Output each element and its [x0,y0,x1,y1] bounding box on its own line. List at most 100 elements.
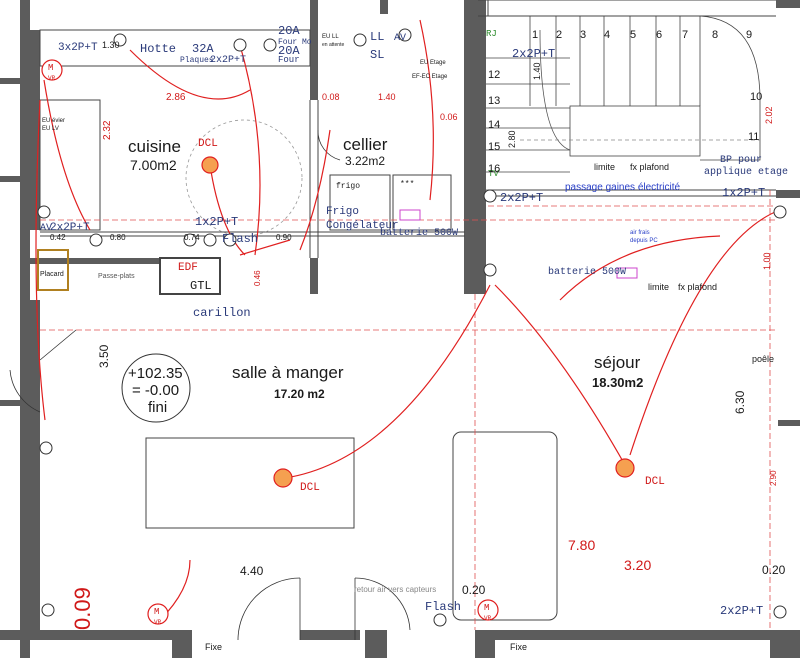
stair-step: 15 [488,141,500,153]
dcl-cuisine-label: DCL [198,138,218,150]
dim-0-90: 0.90 [276,233,292,242]
placard-label: Placard [40,271,64,278]
level-text: +102.35 = -0.00 fini [128,365,183,416]
electric-labels: DCL DCL DCL 3x2P+T Hotte 32A Plaques 2x2… [40,24,788,652]
dim-2-32: 2.32 [102,120,113,140]
four-label: Four [278,55,300,65]
stair-step: 11 [748,131,759,143]
batterie2-label: batterie 500W [548,266,626,278]
room-area-cellier: 3.22m2 [345,154,385,168]
plaques-socket-label: 2x2P+T [210,55,246,66]
en-attente-label: en attente [322,42,344,48]
hotte-32a-label: 32A [192,42,214,56]
sl-label: SL [370,48,384,62]
ll-label: LL [370,30,384,44]
room-name-sejour: séjour [594,353,641,372]
fixe-left-label: Fixe [205,642,222,652]
interior-lines [37,0,776,621]
dim-1-40-v: 1.40 [532,62,542,80]
circuit-wiring [35,19,781,621]
stair-step: 14 [488,119,500,131]
room-name-cellier: cellier [343,135,388,154]
stars-label: *** [400,180,414,189]
level-line-3: fini [148,399,167,416]
eu-etage-label: EU Etage [420,60,446,66]
vr-label: VR [48,75,56,82]
dim-0-42: 0.42 [50,233,66,242]
dim-0-09: 0.09 [70,587,95,630]
stair-step: 13 [488,95,500,107]
passage-label: passage gaines électricité [565,182,681,193]
dim-0-74: 0.74 [184,233,200,242]
socket-1x2-right-label: 1x2P+T [722,186,765,200]
dim-7-80: 7.80 [568,537,595,553]
stair-step: 3 [580,29,586,41]
staircase [486,15,761,191]
stair-step: 12 [488,69,500,81]
flash-cuisine-label: Flash [222,232,258,246]
socket-3x2-label: 3x2P+T [58,42,98,54]
room-area-salle: 17.20 m2 [274,387,325,401]
passe-plats-label: Passe-plats [98,273,135,280]
dim-3-20: 3.20 [624,557,651,573]
dim-2-86: 2.86 [166,92,186,103]
vr-label: VR [484,615,492,622]
stair-step: 16 [488,163,500,175]
bp-label-1: BP pour [720,155,762,166]
dim-6-30: 6.30 [733,390,747,414]
batterie-symbol [399,209,421,221]
vr-symbols [41,59,499,625]
fx-plafond-label: fx plafond [630,162,669,172]
stair-step: 6 [656,29,662,41]
dim-3-50: 3.50 [97,344,111,368]
limite-label: limite [594,162,615,172]
dim-1-00: 1.00 [762,252,772,270]
batterie-label: batterie 500W [380,227,458,239]
room-name-cuisine: cuisine [128,137,181,156]
stair-step: 10 [750,91,762,103]
rj-label: RJ [486,29,497,39]
dim-0-80: 0.80 [110,233,126,242]
air-frais-label-1: air frais [630,230,650,236]
dim-0-08: 0.08 [322,92,340,102]
dim-0-06: 0.06 [440,112,458,122]
poele-label: poêle [752,354,774,364]
dimensions: 1.30 2.86 2.32 0.08 1.40 0.06 0.42 0.80 … [50,40,786,630]
dcl-salle-label: DCL [300,482,320,494]
dim-1-40: 1.40 [378,92,396,102]
20a-four-mo-label: 20A [278,24,300,38]
dim-4-40: 4.40 [240,564,264,578]
dim-1-30: 1.30 [102,40,120,50]
frigo-cong-label-1: Frigo [326,206,359,218]
room-area-sejour: 18.30m2 [592,375,643,390]
air-frais-label-2: depuis PC [630,238,658,244]
level-line-2: = -0.00 [132,382,179,399]
m-label: M [48,63,53,73]
dcl-sejour-label: DCL [645,476,665,488]
dim-0-20-a: 0.20 [462,583,486,597]
room-area-cuisine: 7.00m2 [130,157,177,173]
socket-1x2-cuisine-label: 1x2P+T [195,215,238,229]
carillon-label: carillon [193,306,251,320]
stair-step: 8 [712,29,718,41]
m-label: M [484,603,489,613]
dim-2-90: 2.90 [769,470,778,486]
door-swings [9,119,411,641]
dcl-sejour-icon [615,458,635,478]
dim-0-46: 0.46 [253,270,262,286]
fx-plafond2-label: fx plafond [678,282,717,292]
dcl-cuisine-icon [201,156,219,174]
eu-ll-label: EU LL [322,34,339,40]
eu-lv-label: EU LV [42,126,59,132]
dcl-salle-icon [273,468,293,488]
fixe-right-label: Fixe [510,642,527,652]
stair-step: 1 [532,29,538,41]
limite2-label: limite [648,282,669,292]
stair-step: 9 [746,29,752,41]
room-name-salle: salle à manger [232,363,344,382]
retour-air-label: retour air vers capteurs [354,585,436,594]
socket-2x2-bottom-label: 2x2P+T [720,604,763,618]
stair-step: 5 [630,29,636,41]
av-label: AV [394,33,406,44]
bp-label-2: applique etage [704,166,788,178]
